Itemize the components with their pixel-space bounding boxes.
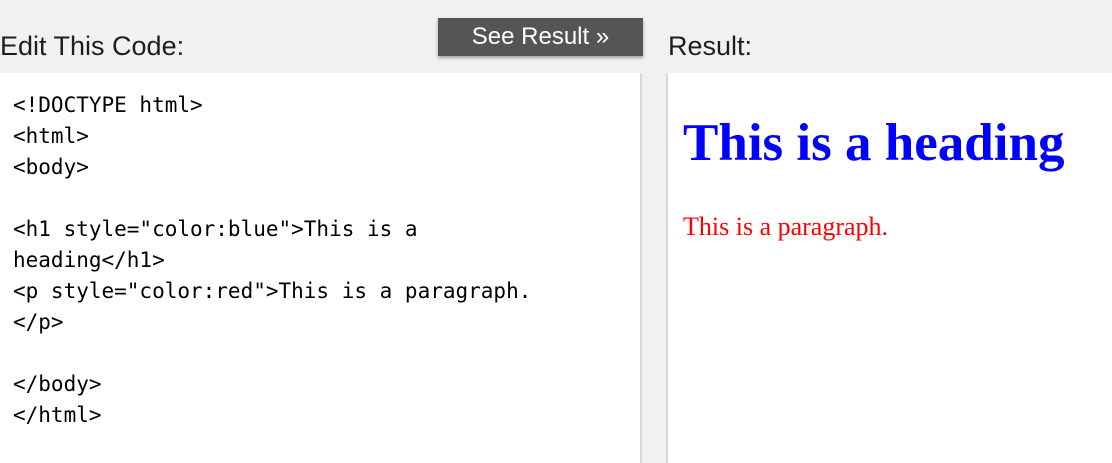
tryit-editor: Edit This Code: See Result » Result: <!D… bbox=[0, 0, 1112, 463]
editor-label: Edit This Code: bbox=[0, 31, 185, 61]
code-textarea[interactable]: <!DOCTYPE html> <html> <body> <h1 style=… bbox=[0, 73, 640, 431]
result-paragraph: This is a paragraph. bbox=[683, 212, 889, 241]
code-editor[interactable]: <!DOCTYPE html> <html> <body> <h1 style=… bbox=[0, 73, 642, 463]
result-frame: This is a heading This is a paragraph. bbox=[666, 73, 1112, 463]
see-result-button[interactable]: See Result » bbox=[438, 18, 643, 56]
result-heading: This is a heading bbox=[683, 114, 1065, 172]
result-label: Result: bbox=[668, 31, 753, 61]
